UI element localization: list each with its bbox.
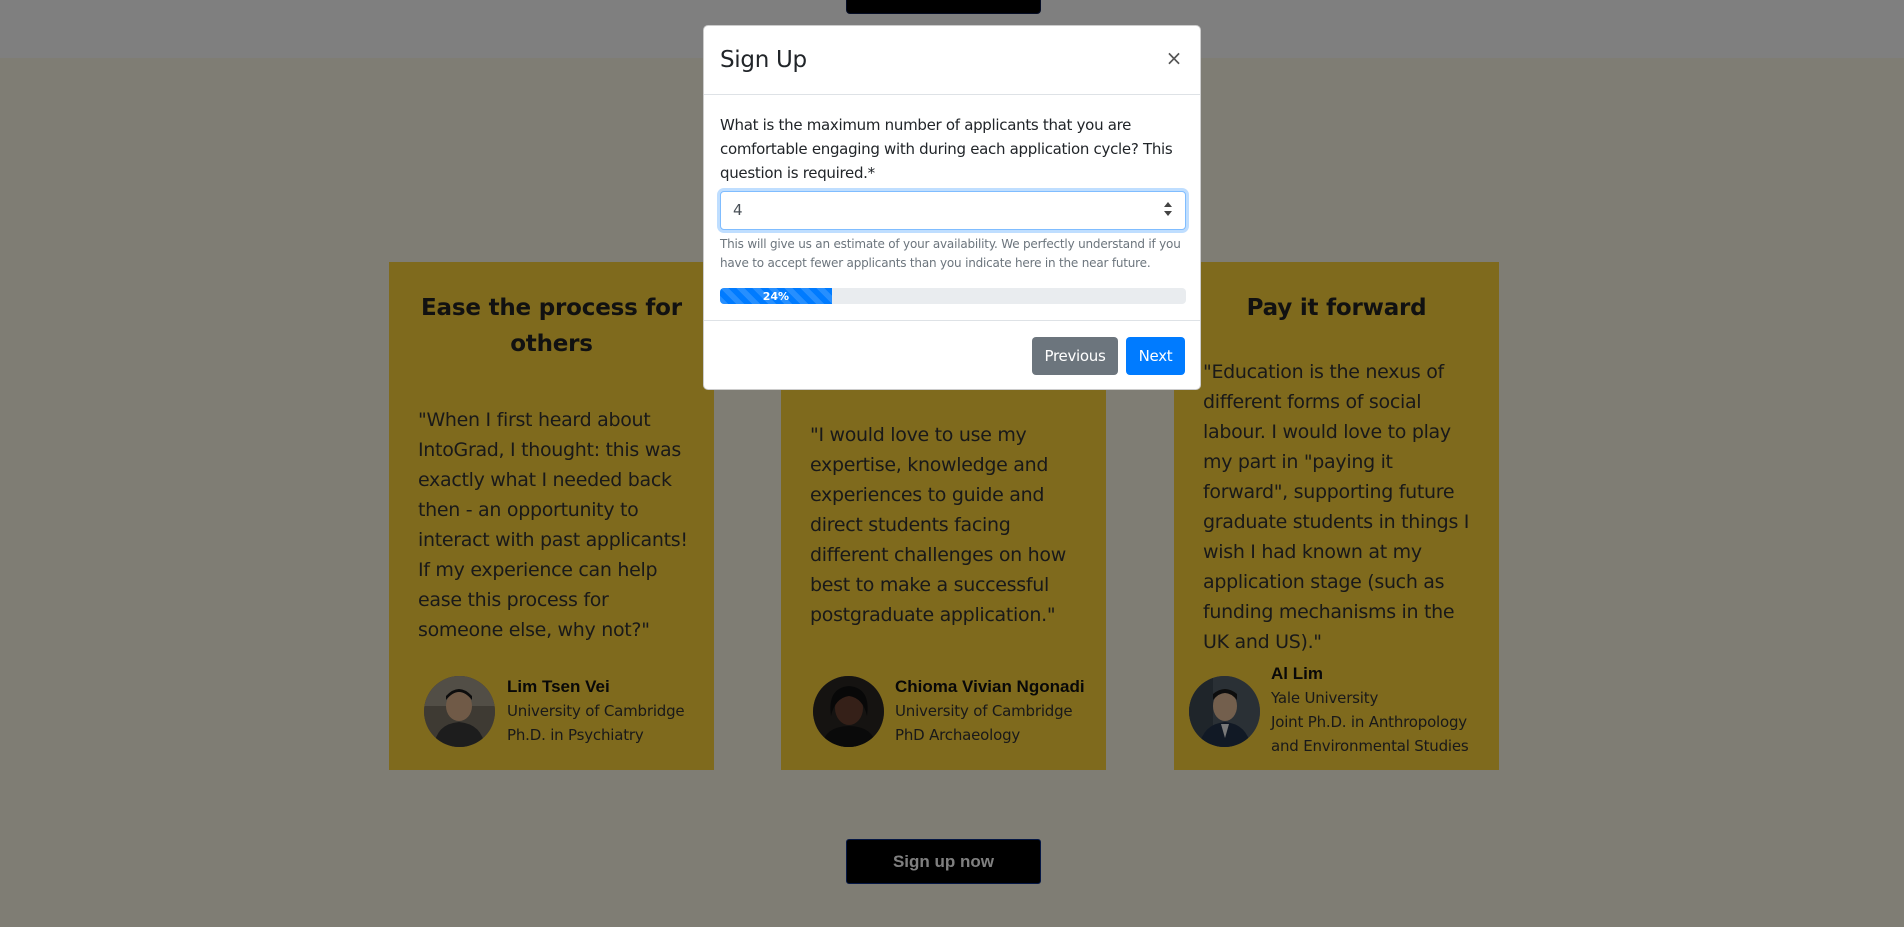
number-spinner[interactable] — [1163, 202, 1173, 220]
close-icon[interactable]: × — [1164, 46, 1184, 70]
progress-label: 24% — [762, 289, 790, 303]
next-button[interactable]: Next — [1126, 337, 1185, 375]
max-applicants-input[interactable]: 4 — [720, 191, 1186, 230]
increment-icon[interactable] — [1164, 202, 1172, 207]
help-text: This will give us an estimate of your av… — [720, 237, 1181, 270]
progress-bar: 24% — [720, 288, 1186, 304]
previous-button[interactable]: Previous — [1032, 337, 1118, 375]
sign-up-modal: Sign Up × What is the maximum number of … — [703, 25, 1201, 390]
modal-title: Sign Up — [720, 47, 807, 73]
decrement-icon[interactable] — [1164, 211, 1172, 216]
progress-fill: 24% — [720, 288, 832, 304]
modal-header: Sign Up × — [704, 26, 1200, 95]
modal-footer: Previous Next — [704, 320, 1200, 391]
input-value: 4 — [733, 201, 743, 219]
question-label: What is the maximum number of applicants… — [720, 116, 1173, 182]
